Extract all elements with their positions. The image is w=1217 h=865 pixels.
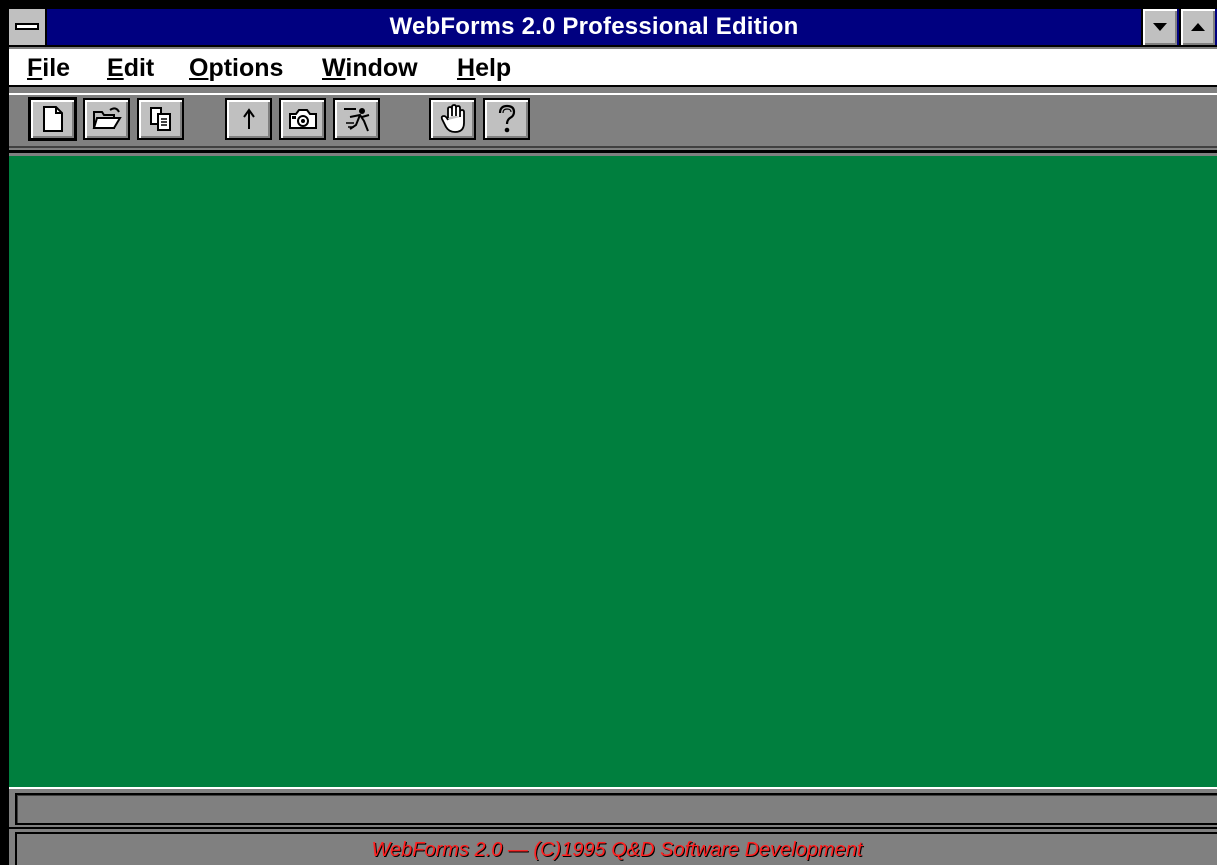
help-question-icon bbox=[498, 104, 515, 133]
menu-options[interactable]: Options bbox=[189, 49, 283, 85]
hand-icon bbox=[440, 104, 465, 133]
menu-help[interactable]: Help bbox=[457, 49, 511, 85]
menu-window[interactable]: Window bbox=[322, 49, 418, 85]
up-button[interactable] bbox=[225, 98, 272, 140]
minimize-arrow-icon bbox=[1153, 23, 1167, 31]
menu-edit[interactable]: Edit bbox=[107, 49, 154, 85]
copyright-bar: WebForms 2.0 — (C)1995 Q&D Software Deve… bbox=[9, 827, 1217, 865]
status-bar bbox=[9, 787, 1217, 827]
maximize-button[interactable] bbox=[1179, 9, 1215, 45]
title-bar[interactable]: WebForms 2.0 Professional Edition bbox=[9, 9, 1217, 47]
toolbar-strip bbox=[9, 93, 1217, 148]
open-button[interactable] bbox=[83, 98, 130, 140]
copy-button[interactable] bbox=[137, 98, 184, 140]
system-menu-button[interactable] bbox=[9, 9, 47, 45]
toolbar bbox=[9, 89, 1217, 153]
running-figure-icon bbox=[343, 108, 369, 132]
run-button[interactable] bbox=[333, 98, 380, 140]
hand-button[interactable] bbox=[429, 98, 476, 140]
minimize-button[interactable] bbox=[1141, 9, 1177, 45]
help-button[interactable] bbox=[483, 98, 530, 140]
menu-file[interactable]: File bbox=[27, 49, 70, 85]
camera-icon bbox=[288, 109, 317, 129]
maximize-arrow-icon bbox=[1191, 23, 1205, 31]
status-panel bbox=[15, 793, 1217, 825]
camera-button[interactable] bbox=[279, 98, 326, 140]
new-document-icon bbox=[42, 106, 63, 132]
new-button[interactable] bbox=[29, 98, 76, 140]
open-folder-icon bbox=[92, 107, 122, 129]
mdi-client-area[interactable] bbox=[9, 156, 1217, 787]
copyright-text: WebForms 2.0 — (C)1995 Q&D Software Deve… bbox=[371, 839, 863, 861]
copyright-panel: WebForms 2.0 — (C)1995 Q&D Software Deve… bbox=[15, 832, 1217, 865]
system-menu-icon bbox=[15, 23, 39, 30]
menu-bar: File Edit Options Window Help bbox=[9, 49, 1217, 87]
copy-pages-icon bbox=[149, 107, 171, 131]
window-title: WebForms 2.0 Professional Edition bbox=[389, 13, 799, 40]
up-arrow-icon bbox=[242, 108, 255, 129]
